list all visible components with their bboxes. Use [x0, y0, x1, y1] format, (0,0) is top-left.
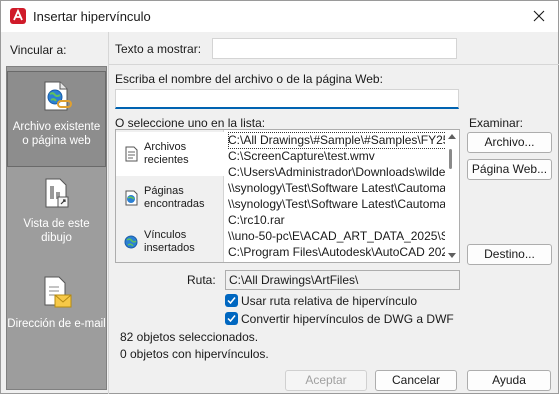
- cancel-button[interactable]: Cancelar: [375, 370, 457, 391]
- list-item[interactable]: \\synology\Test\Software Latest\Cautomat…: [228, 180, 446, 197]
- filename-label: Escriba el nombre del archivo o de la pá…: [115, 72, 383, 86]
- convert-dwf-checkbox[interactable]: [225, 312, 238, 325]
- target-button[interactable]: Destino...: [467, 244, 552, 265]
- relative-path-label[interactable]: Usar ruta relativa de hipervínculo: [241, 294, 417, 308]
- file-list-panel: Archivos recientes Páginas encontradas V…: [115, 129, 460, 263]
- section-divider: [109, 64, 559, 65]
- close-button[interactable]: [526, 4, 552, 28]
- tab-label: Archivos recientes: [144, 141, 189, 166]
- hyperlinked-objects-status: 0 objetos con hipervínculos.: [120, 347, 269, 361]
- sidebar-item-label: Vista de este dibujo: [23, 218, 90, 244]
- browsed-pages-icon: [125, 190, 138, 206]
- list-item[interactable]: \\uno-50-pc\E\ACAD_ART_DATA_2025\Snag: [228, 228, 446, 245]
- globe-icon: [44, 81, 72, 111]
- recent-files-icon: [125, 146, 138, 162]
- section-divider: [108, 32, 109, 394]
- relative-path-checkbox[interactable]: [225, 294, 238, 307]
- scrollbar-thumb[interactable]: [449, 149, 452, 169]
- tab-browsed-pages[interactable]: Páginas encontradas: [116, 176, 223, 220]
- sidebar-item-email[interactable]: Dirección de e-mail: [7, 273, 106, 363]
- title-bar: Insertar hipervínculo: [1, 1, 558, 32]
- browse-web-page-button[interactable]: Página Web...: [467, 159, 552, 180]
- window-title: Insertar hipervínculo: [33, 9, 151, 24]
- tab-inserted-links[interactable]: Vínculos insertados: [116, 220, 223, 264]
- email-icon: [44, 276, 71, 308]
- drawing-view-icon: [45, 178, 68, 208]
- filename-input[interactable]: [115, 89, 459, 109]
- list-tabs: Archivos recientes Páginas encontradas V…: [116, 130, 224, 262]
- list-item[interactable]: C:\Program Files\Autodesk\AutoCAD 2025\S: [228, 244, 446, 261]
- list-item[interactable]: C:\rc10.rar: [228, 212, 285, 229]
- accept-button[interactable]: Aceptar: [285, 370, 367, 391]
- inserted-links-icon: [124, 235, 138, 249]
- sidebar-item-label: Archivo existente o página web: [12, 121, 101, 147]
- select-from-list-label: O seleccione uno en la lista:: [115, 116, 266, 130]
- list-item[interactable]: C:\All Drawings\#Sample\#Samples\FY25\Fl: [228, 132, 446, 149]
- checkmark-icon: [227, 297, 236, 305]
- list-scrollbar[interactable]: [445, 130, 459, 262]
- sidebar-item-existing-file[interactable]: Archivo existente o página web: [7, 71, 106, 167]
- link-type-sidebar: Archivo existente o página web Vista de …: [6, 66, 107, 390]
- browse-file-button[interactable]: Archivo...: [467, 132, 552, 153]
- browse-label: Examinar:: [469, 116, 524, 130]
- sidebar-item-label: Dirección de e-mail: [7, 318, 106, 330]
- recent-files-list[interactable]: C:\All Drawings\#Sample\#Samples\FY25\Fl…: [226, 132, 446, 262]
- link-to-label: Vincular a:: [10, 43, 67, 57]
- text-to-display-input[interactable]: [212, 38, 457, 59]
- insert-hyperlink-dialog: Insertar hipervínculo Vincular a: Archiv…: [0, 0, 559, 394]
- list-item[interactable]: \\synology\Test\Software Latest\Cautomat…: [228, 196, 446, 213]
- close-icon: [533, 10, 545, 22]
- path-label: Ruta:: [187, 273, 216, 287]
- autocad-logo-icon: [10, 8, 26, 24]
- scroll-down-icon[interactable]: [448, 253, 456, 258]
- sidebar-item-drawing-view[interactable]: Vista de este dibujo: [7, 173, 106, 263]
- checkmark-icon: [227, 315, 236, 323]
- path-field: C:\All Drawings\ArtFiles\: [225, 270, 460, 290]
- help-button[interactable]: Ayuda: [467, 370, 551, 391]
- tab-recent-files[interactable]: Archivos recientes: [116, 132, 224, 176]
- list-item[interactable]: C:\ScreenCapture\test.wmv: [228, 148, 375, 165]
- scroll-up-icon[interactable]: [448, 134, 456, 139]
- tab-label: Páginas encontradas: [144, 185, 205, 210]
- text-to-display-label: Texto a mostrar:: [115, 42, 202, 56]
- selected-objects-status: 82 objetos seleccionados.: [120, 330, 259, 344]
- tab-label: Vínculos insertados: [144, 229, 195, 254]
- convert-dwf-label[interactable]: Convertir hipervínculos de DWG a DWF: [241, 312, 454, 326]
- list-item[interactable]: C:\Users\Administrador\Downloads\wildedi…: [228, 164, 446, 181]
